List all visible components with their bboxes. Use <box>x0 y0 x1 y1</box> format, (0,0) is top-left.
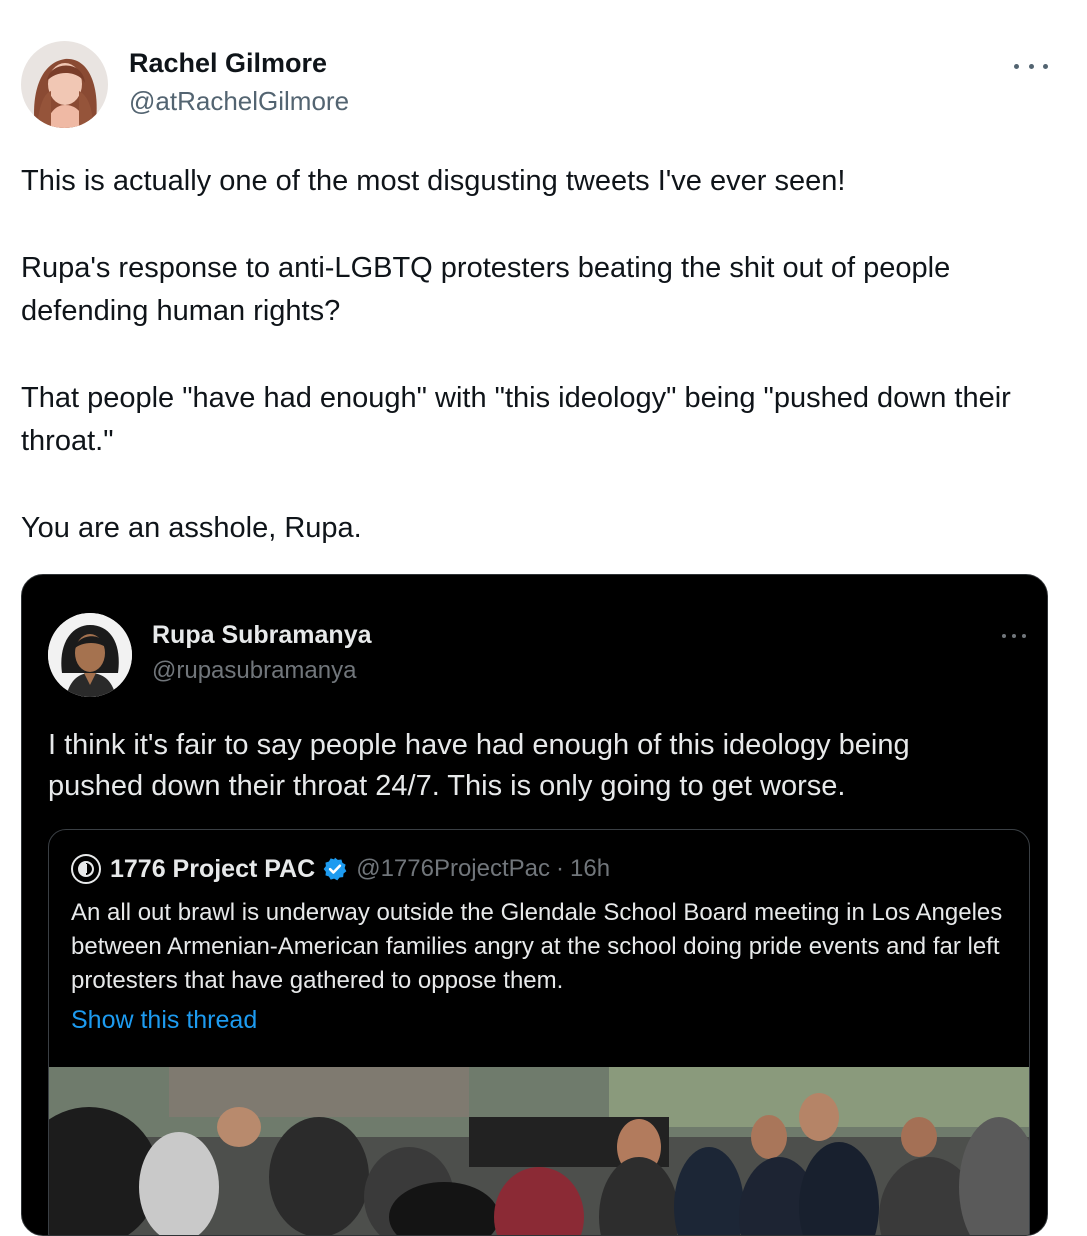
tweet-paragraph: That people "have had enough" with "this… <box>21 382 1011 457</box>
embedded-author-name: Rupa Subramanya <box>152 621 372 649</box>
author-avatar[interactable] <box>21 41 108 128</box>
quoted-timestamp: 16h <box>570 855 611 882</box>
verified-badge-icon <box>323 857 347 881</box>
quoted-author-name: 1776 Project PAC <box>110 854 316 883</box>
more-horizontal-icon <box>1002 627 1026 645</box>
tweet-paragraph: You are an asshole, Rupa. <box>21 512 362 544</box>
embedded-author-avatar <box>48 613 132 697</box>
show-thread-link[interactable]: Show this thread <box>71 1006 257 1035</box>
embedded-tweet-screenshot[interactable]: Rupa Subramanya @rupasubramanya I think … <box>21 574 1048 1236</box>
embedded-author-handle: @rupasubramanya <box>152 657 357 684</box>
more-horizontal-icon[interactable] <box>1014 52 1048 80</box>
embedded-tweet-text: I think it's fair to say people have had… <box>48 729 910 802</box>
quoted-author-handle: @1776ProjectPac <box>356 855 551 882</box>
tweet-text: This is actually one of the most disgust… <box>21 160 1061 550</box>
author-handle[interactable]: @atRachelGilmore <box>129 86 349 117</box>
quoted-separator: · <box>556 855 565 882</box>
tweet-paragraph: Rupa's response to anti-LGBTQ protesters… <box>21 252 951 327</box>
tweet: Rachel Gilmore @atRachelGilmore This is … <box>0 0 1087 1236</box>
tweet-paragraph: This is actually one of the most disgust… <box>21 165 846 197</box>
quoted-tweet-header: 1776 Project PAC @1776ProjectPac · 16h <box>71 852 610 886</box>
quoted-tweet: 1776 Project PAC @1776ProjectPac · 16h A… <box>48 829 1030 1235</box>
author-name[interactable]: Rachel Gilmore <box>129 48 327 79</box>
quoted-author-avatar <box>71 854 101 884</box>
quoted-tweet-text: An all out brawl is underway outside the… <box>71 899 1003 994</box>
quoted-tweet-video-thumbnail[interactable] <box>49 1067 1029 1235</box>
